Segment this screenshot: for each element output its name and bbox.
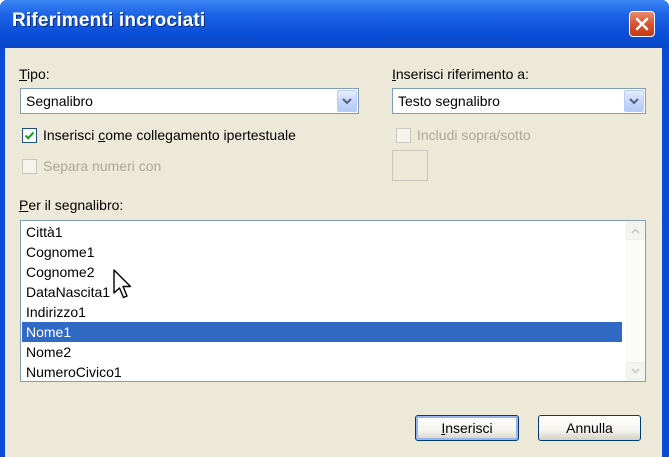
bookmark-list[interactable]: Città1 Cognome1 Cognome2 DataNascita1 In… xyxy=(20,220,646,382)
cancel-button[interactable]: Annulla xyxy=(538,415,641,441)
cross-reference-dialog: Riferimenti incrociati Tipo: Segnalibro … xyxy=(0,0,669,457)
vertical-scrollbar[interactable] xyxy=(625,221,645,381)
separa-numeri-checkbox[interactable] xyxy=(22,159,37,174)
scroll-down-icon xyxy=(630,368,640,374)
list-item[interactable]: Cognome1 xyxy=(22,242,622,262)
checkmark-icon xyxy=(24,131,35,140)
mouse-pointer-icon xyxy=(113,269,132,299)
per-segnalibro-label: Per il segnalibro: xyxy=(19,197,124,213)
includi-sopra-sotto-checkbox[interactable] xyxy=(396,128,411,143)
inserisci-riferimento-dropdown-button[interactable] xyxy=(624,90,644,112)
list-item[interactable]: Città1 xyxy=(22,222,622,242)
scroll-down-button[interactable] xyxy=(626,362,644,380)
bookmark-items: Città1 Cognome1 Cognome2 DataNascita1 In… xyxy=(22,222,622,381)
tipo-dropdown-button[interactable] xyxy=(337,90,357,112)
close-icon xyxy=(635,17,649,31)
chevron-down-icon xyxy=(629,98,639,105)
tipo-dropdown[interactable]: Segnalibro xyxy=(20,88,359,114)
separator-field[interactable] xyxy=(392,150,428,181)
includi-sopra-sotto-label: Includi sopra/sotto xyxy=(417,127,531,143)
insert-button[interactable]: Inserisci xyxy=(415,415,519,441)
inserisci-riferimento-value: Testo segnalibro xyxy=(398,93,500,109)
inserisci-riferimento-dropdown[interactable]: Testo segnalibro xyxy=(392,88,646,114)
chevron-down-icon xyxy=(342,98,352,105)
tipo-value: Segnalibro xyxy=(26,93,93,109)
separa-numeri-label: Separa numeri con xyxy=(43,158,162,174)
close-button[interactable] xyxy=(629,11,655,37)
list-item[interactable]: Nome2 xyxy=(22,342,622,362)
scroll-up-button[interactable] xyxy=(626,222,644,240)
list-item[interactable]: NumeroCivico1 xyxy=(22,362,622,381)
tipo-label: Tipo: xyxy=(19,66,50,82)
title-bar[interactable]: Riferimenti incrociati xyxy=(0,0,669,48)
dialog-body: Tipo: Segnalibro Inserisci riferimento a… xyxy=(5,48,662,457)
inserisci-riferimento-label: Inserisci riferimento a: xyxy=(392,66,529,82)
dialog-title: Riferimenti incrociati xyxy=(12,10,206,31)
list-item[interactable]: Indirizzo1 xyxy=(22,302,622,322)
hyperlink-checkbox-label[interactable]: Inserisci come collegamento ipertestuale xyxy=(43,127,296,143)
scroll-up-icon xyxy=(630,228,640,234)
hyperlink-checkbox[interactable] xyxy=(22,128,37,143)
list-item-selected[interactable]: Nome1 xyxy=(22,322,622,342)
